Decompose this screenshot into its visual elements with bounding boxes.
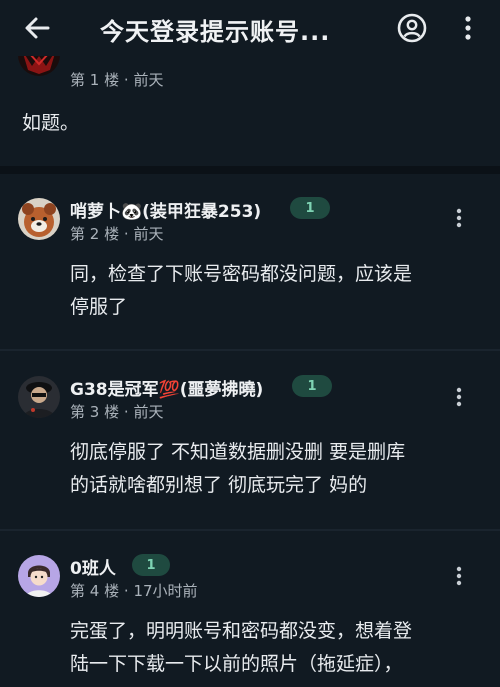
- account-circle-icon[interactable]: [396, 12, 428, 44]
- post-floor-4: 0班人 1 第 4 楼 · 17小时前 完蛋了，明明账号和密码都没变，想着登 陆…: [0, 531, 500, 687]
- avatar[interactable]: [18, 198, 60, 240]
- page-title: 今天登录提示账号...: [100, 18, 331, 46]
- content-line: 同，检查了下账号密码都没问题，应该是: [70, 263, 413, 285]
- post-floor-1: 第 1 楼 · 前天 如题。: [0, 46, 500, 166]
- username[interactable]: 哨萝卜🐼(装甲狂暴253): [70, 197, 261, 222]
- post-time: 17小时前: [133, 582, 198, 600]
- username[interactable]: G38是冠军💯(噩夢拂曉): [70, 375, 263, 400]
- more-options-icon[interactable]: [458, 12, 478, 44]
- floor-number: 第 3 楼: [70, 403, 120, 421]
- post-time: 前天: [133, 71, 164, 89]
- username[interactable]: 0班人: [70, 554, 116, 579]
- content-line: 彻底停服了 不知道数据删没删 要是删库: [70, 441, 406, 463]
- divider: [0, 166, 500, 174]
- post-time: 前天: [133, 403, 164, 421]
- meta-separator: ·: [123, 582, 129, 600]
- content-line: 停服了: [70, 296, 128, 318]
- post-meta: 第 1 楼 · 前天: [70, 69, 163, 90]
- more-options-icon[interactable]: [451, 565, 467, 587]
- avatar[interactable]: [18, 555, 60, 597]
- floor-number: 第 2 楼: [70, 225, 120, 243]
- level-badge: 1: [132, 554, 170, 576]
- content-line: 完蛋了，明明账号和密码都没变，想着登: [70, 620, 413, 642]
- post-meta: 第 2 楼 · 前天: [70, 223, 163, 244]
- meta-separator: ·: [123, 403, 129, 421]
- meta-separator: ·: [123, 225, 129, 243]
- level-badge: 1: [290, 197, 330, 219]
- more-options-icon[interactable]: [451, 207, 467, 229]
- content-line: 的话就啥都别想了 彻底玩完了 妈的: [70, 474, 368, 496]
- post-content: 完蛋了，明明账号和密码都没变，想着登 陆一下下载一下以前的照片（拖延症），: [70, 615, 490, 681]
- top-app-bar: 今天登录提示账号...: [0, 0, 500, 56]
- level-badge: 1: [292, 375, 332, 397]
- post-meta: 第 3 楼 · 前天: [70, 401, 163, 422]
- avatar[interactable]: [18, 376, 60, 418]
- post-time: 前天: [133, 225, 164, 243]
- post-content: 彻底停服了 不知道数据删没删 要是删库 的话就啥都别想了 彻底玩完了 妈的: [70, 436, 490, 502]
- post-content: 如题。: [22, 112, 80, 134]
- content-line: 陆一下下载一下以前的照片（拖延症），: [70, 653, 403, 675]
- floor-number: 第 4 楼: [70, 582, 120, 600]
- floor-number: 第 1 楼: [70, 71, 120, 89]
- back-arrow-icon[interactable]: [22, 13, 54, 43]
- post-meta: 第 4 楼 · 17小时前: [70, 580, 198, 601]
- post-floor-3: G38是冠军💯(噩夢拂曉) 1 第 3 楼 · 前天 彻底停服了 不知道数据删没…: [0, 351, 500, 529]
- post-content: 同，检查了下账号密码都没问题，应该是 停服了: [70, 258, 490, 324]
- post-floor-2: 哨萝卜🐼(装甲狂暴253) 1 第 2 楼 · 前天 同，检查了下账号密码都没问…: [0, 174, 500, 349]
- meta-separator: ·: [123, 71, 129, 89]
- more-options-icon[interactable]: [451, 386, 467, 408]
